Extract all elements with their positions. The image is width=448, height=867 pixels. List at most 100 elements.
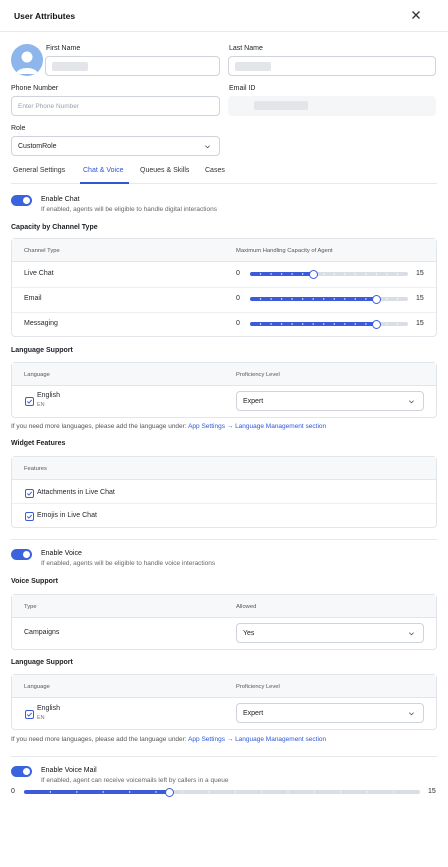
first-name-input[interactable] xyxy=(45,56,220,76)
voicemail-slider-max: 15 xyxy=(428,788,436,795)
attachments-checkbox[interactable] xyxy=(25,489,34,498)
slider-tick xyxy=(344,273,346,275)
slider-handle[interactable] xyxy=(164,787,174,797)
slider-tick xyxy=(333,273,335,275)
widget-features-section-title: Widget Features xyxy=(11,440,66,447)
slider-tick xyxy=(291,273,293,275)
slider-tick xyxy=(128,791,131,793)
tab-chat-voice[interactable]: Chat & Voice xyxy=(83,167,123,174)
slider-tick xyxy=(270,298,272,300)
slider-tick xyxy=(375,273,378,275)
slider-tick xyxy=(333,298,335,300)
chat-language-section-title: Language Support xyxy=(11,347,73,354)
enable-chat-toggle[interactable] xyxy=(11,195,32,206)
chevron-down-icon xyxy=(409,712,414,716)
language-name: English xyxy=(37,392,60,399)
page-title: User Attributes xyxy=(14,11,76,21)
campaigns-select[interactable]: Yes xyxy=(236,623,424,643)
phone-input[interactable]: Enter Phone Number xyxy=(11,96,220,116)
language-management-link[interactable]: App Settings → Language Management secti… xyxy=(188,736,326,743)
chat-language-note: If you need more languages, please add t… xyxy=(11,423,326,430)
email-capacity-slider[interactable] xyxy=(250,294,408,304)
widget-features-table: Features Attachments in Live Chat Emojis… xyxy=(11,456,437,528)
messaging-capacity-slider[interactable] xyxy=(250,319,408,329)
row-divider xyxy=(12,312,436,313)
slider-tick xyxy=(365,298,367,300)
slider-tick xyxy=(365,323,367,325)
english-checkbox[interactable] xyxy=(25,397,34,406)
enable-chat-title: Enable Chat xyxy=(41,196,80,203)
slider-tick xyxy=(323,273,325,275)
voice-support-section-title: Voice Support xyxy=(11,578,58,585)
slider-tick xyxy=(259,323,262,325)
note-text: If you need more languages, please add t… xyxy=(11,423,189,430)
emojis-checkbox[interactable] xyxy=(25,512,34,521)
check-icon xyxy=(26,712,33,717)
live-chat-capacity-slider[interactable] xyxy=(250,269,408,279)
role-select[interactable]: CustomRole xyxy=(11,136,220,156)
feature-attachments: Attachments in Live Chat xyxy=(37,489,115,496)
voicemail-slider[interactable] xyxy=(24,787,420,797)
slider-tick xyxy=(366,791,368,793)
slider-tick xyxy=(234,791,236,793)
tab-general-settings[interactable]: General Settings xyxy=(13,167,65,174)
slider-handle[interactable] xyxy=(371,294,381,304)
slider-tick xyxy=(312,323,314,325)
email-value-redacted xyxy=(254,101,308,110)
campaigns-value: Yes xyxy=(243,629,255,637)
col-proficiency: Proficiency Level xyxy=(236,372,280,378)
channel-email: Email xyxy=(24,295,42,302)
tab-cases[interactable]: Cases xyxy=(205,167,225,174)
voice-support-header: Type Allowed xyxy=(12,595,436,618)
capacity-section-title: Capacity by Channel Type xyxy=(11,224,98,231)
slider-tick xyxy=(291,323,293,325)
note-text: If you need more languages, please add t… xyxy=(11,736,189,743)
close-icon[interactable] xyxy=(410,9,422,21)
role-value: CustomRole xyxy=(18,142,57,150)
slider-tick xyxy=(396,298,399,300)
english-checkbox[interactable] xyxy=(25,710,34,719)
enable-voice-toggle[interactable] xyxy=(11,549,32,560)
section-divider xyxy=(11,539,437,540)
slider-handle[interactable] xyxy=(371,319,381,329)
slider-min: 0 xyxy=(236,270,240,277)
slider-min: 0 xyxy=(236,295,240,302)
col-features: Features xyxy=(24,466,47,472)
voice-language-header: Language Proficiency Level xyxy=(12,675,436,698)
slider-min: 0 xyxy=(236,320,240,327)
slider-tick xyxy=(365,273,367,275)
chevron-down-icon xyxy=(409,400,414,404)
slider-tick xyxy=(392,791,395,793)
enable-voicemail-toggle[interactable] xyxy=(11,766,32,777)
slider-tick xyxy=(354,273,356,275)
chevron-down-icon xyxy=(409,632,414,636)
slider-tick xyxy=(291,298,293,300)
slider-tick xyxy=(302,298,304,300)
col-max-capacity: Maximum Handling Capacity of Agent xyxy=(236,248,333,254)
slider-ticks xyxy=(49,791,395,793)
phone-label: Phone Number xyxy=(11,85,59,92)
last-name-value-redacted xyxy=(235,61,271,71)
slider-tick xyxy=(344,298,346,300)
voice-proficiency-select[interactable]: Expert xyxy=(236,703,424,723)
slider-tick xyxy=(49,791,52,793)
language-management-link[interactable]: App Settings → Language Management secti… xyxy=(188,423,326,430)
slider-handle[interactable] xyxy=(308,269,318,279)
enable-voice-subtitle: If enabled, agents will be eligible to h… xyxy=(41,560,216,567)
slider-tick xyxy=(340,791,342,793)
chat-proficiency-select[interactable]: Expert xyxy=(236,391,424,411)
check-icon xyxy=(26,491,33,496)
last-name-input[interactable] xyxy=(228,56,436,76)
email-label: Email ID xyxy=(229,85,256,92)
slider-max: 15 xyxy=(416,320,424,327)
col-allowed: Allowed xyxy=(236,604,257,610)
enable-voice-title: Enable Voice xyxy=(41,550,82,557)
slider-tick xyxy=(354,298,356,300)
check-icon xyxy=(26,514,33,519)
slider-tick xyxy=(280,273,283,275)
col-channel-type: Channel Type xyxy=(24,248,60,254)
enable-chat-subtitle: If enabled, agents will be eligible to h… xyxy=(41,206,217,213)
slider-tick xyxy=(155,791,157,793)
tab-queues-skills[interactable]: Queues & Skills xyxy=(140,167,189,174)
slider-tick xyxy=(323,298,325,300)
